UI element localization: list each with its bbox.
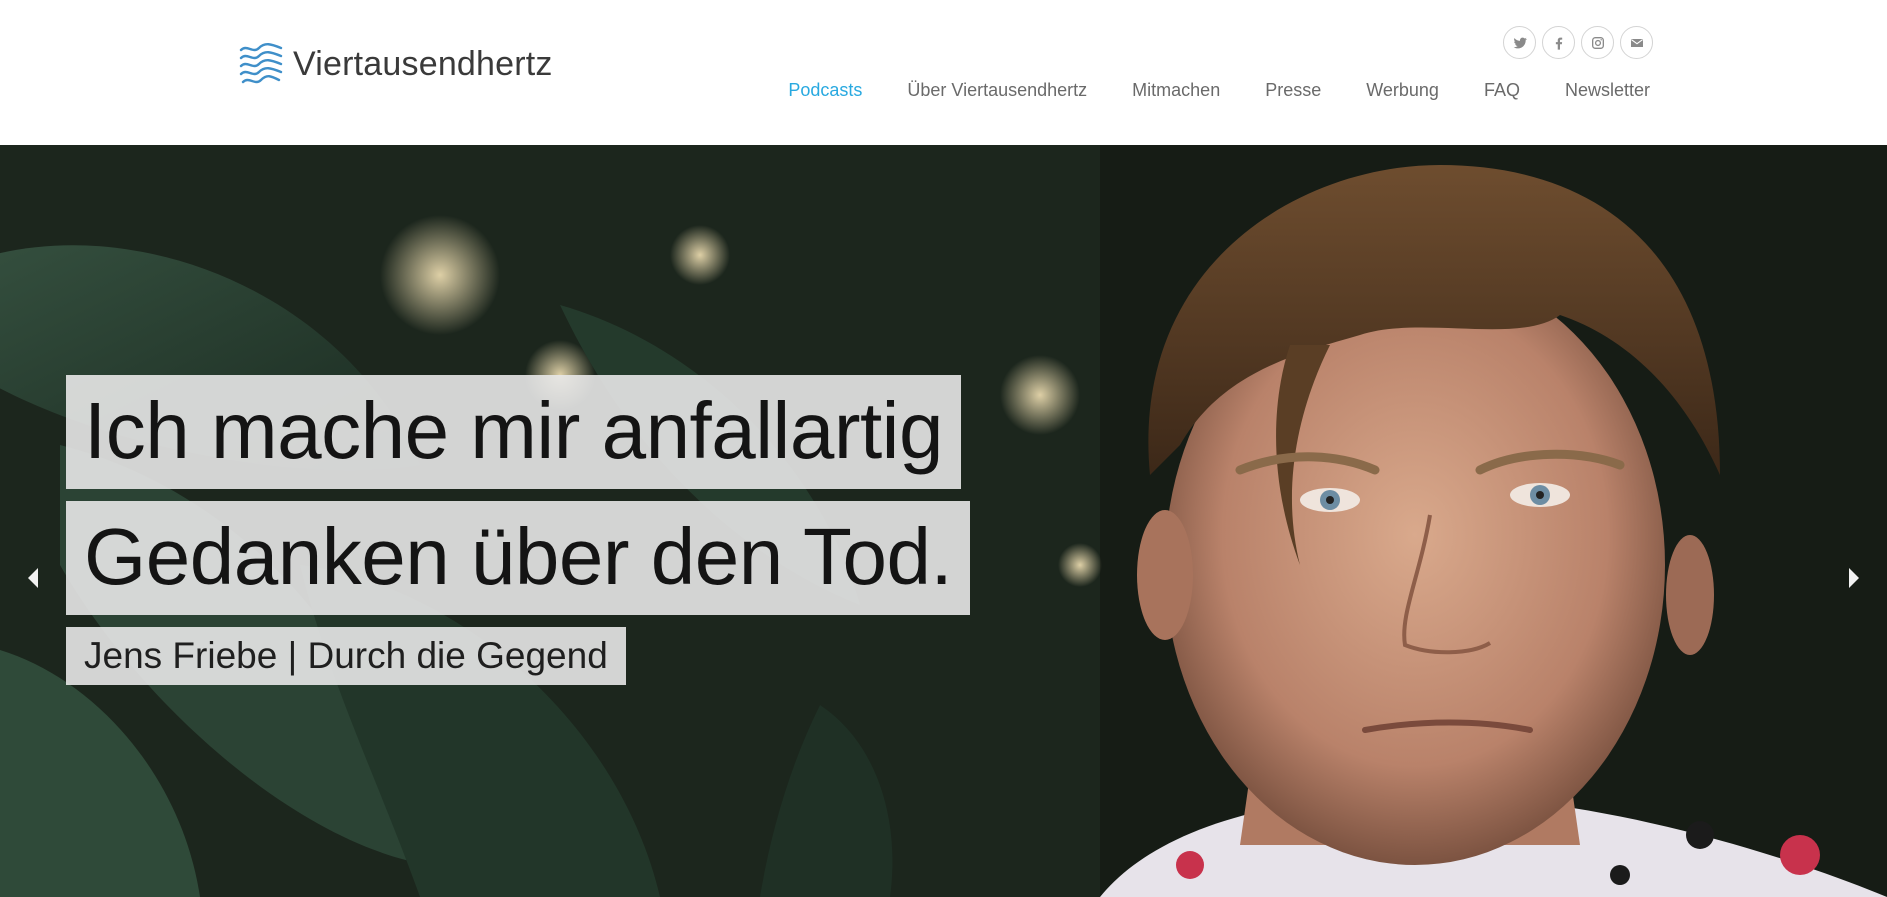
site-header: Viertausendhertz Podcasts Über Viertause… — [0, 0, 1887, 145]
instagram-icon — [1591, 36, 1604, 49]
hero-caption[interactable]: Ich mache mir anfallartig Gedanken über … — [66, 375, 971, 685]
instagram-link[interactable] — [1581, 26, 1614, 59]
mail-link[interactable] — [1620, 26, 1653, 59]
hero-quote-line-1: Ich mache mir anfallartig — [66, 375, 961, 489]
mail-icon — [1630, 38, 1643, 47]
nav-item-newsletter[interactable]: Newsletter — [1565, 80, 1650, 101]
slider-next-button[interactable] — [1839, 558, 1869, 598]
facebook-link[interactable] — [1542, 26, 1575, 59]
site-logo[interactable]: Viertausendhertz — [237, 40, 553, 88]
nav-item-faq[interactable]: FAQ — [1484, 80, 1520, 101]
hero-slider[interactable]: Ich mache mir anfallartig Gedanken über … — [0, 145, 1887, 897]
nav-item-werbung[interactable]: Werbung — [1366, 80, 1439, 101]
hero-subtitle: Jens Friebe | Durch die Gegend — [66, 627, 626, 685]
main-nav: Podcasts Über Viertausendhertz Mitmachen… — [788, 80, 1650, 101]
nav-item-podcasts[interactable]: Podcasts — [788, 80, 862, 101]
brand-name: Viertausendhertz — [293, 44, 553, 83]
facebook-icon — [1555, 37, 1562, 50]
nav-item-ueber-viertausendhertz[interactable]: Über Viertausendhertz — [907, 80, 1087, 101]
caret-left-icon — [28, 568, 38, 588]
slider-prev-button[interactable] — [18, 558, 48, 598]
wave-logo-icon — [239, 43, 283, 84]
twitter-icon — [1513, 37, 1527, 48]
nav-item-presse[interactable]: Presse — [1265, 80, 1321, 101]
caret-right-icon — [1849, 568, 1859, 588]
social-links — [1503, 26, 1653, 59]
twitter-link[interactable] — [1503, 26, 1536, 59]
nav-item-mitmachen[interactable]: Mitmachen — [1132, 80, 1220, 101]
hero-quote-line-2: Gedanken über den Tod. — [66, 501, 971, 615]
